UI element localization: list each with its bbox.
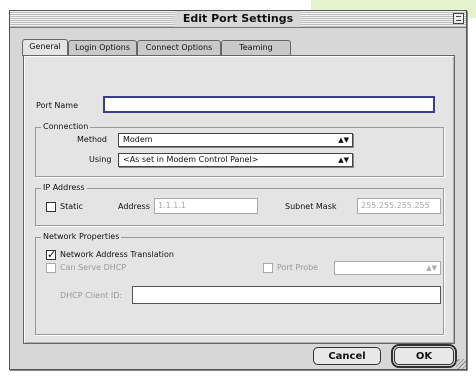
general-panel: Port Name Connection Method Modem ▲▼ Usi… <box>23 55 455 344</box>
popup-arrows-icon: ▲▼ <box>338 136 349 144</box>
tab-teaming[interactable]: Teaming <box>221 40 291 55</box>
popup-arrows-icon: ▲▼ <box>338 156 349 164</box>
dhcp-client-id-label: DHCP Client ID: <box>60 291 123 300</box>
tab-general[interactable]: General <box>22 39 68 56</box>
collapse-box-icon[interactable] <box>453 13 464 24</box>
network-properties-group: Network Properties Network Address Trans… <box>35 232 444 335</box>
using-label: Using <box>89 155 112 164</box>
address-field[interactable]: 1.1.1.1 <box>154 198 258 214</box>
static-label: Static <box>60 202 83 211</box>
port-probe-popup[interactable]: ▲▼ <box>334 261 441 275</box>
ip-address-group-title: IP Address <box>41 183 87 192</box>
edit-port-settings-window: Edit Port Settings General Login Options… <box>9 10 467 370</box>
nat-label: Network Address Translation <box>60 250 174 259</box>
port-probe-label: Port Probe <box>277 263 319 272</box>
using-value: <As set in Modem Control Panel> <box>123 155 259 164</box>
resize-grip-icon[interactable] <box>456 359 466 369</box>
method-label: Method <box>77 135 108 144</box>
dhcp-client-id-field[interactable] <box>132 286 441 304</box>
port-name-field[interactable] <box>103 96 435 113</box>
cancel-button[interactable]: Cancel <box>313 347 381 365</box>
ip-address-group: IP Address Static Address 1.1.1.1 Subnet… <box>35 183 444 226</box>
network-properties-group-title: Network Properties <box>41 232 122 241</box>
popup-arrows-icon: ▲▼ <box>426 264 437 272</box>
title-bar[interactable]: Edit Port Settings <box>10 11 466 28</box>
tab-connect-options[interactable]: Connect Options <box>137 40 221 55</box>
connection-group: Connection Method Modem ▲▼ Using <As set… <box>35 122 444 177</box>
subnet-mask-field[interactable]: 255.255.255.255 <box>357 198 441 214</box>
ok-button[interactable]: OK <box>391 344 457 368</box>
method-popup[interactable]: Modem ▲▼ <box>118 133 353 147</box>
method-value: Modem <box>123 135 153 144</box>
dhcp-label: Can Serve DHCP <box>60 263 127 272</box>
static-checkbox[interactable] <box>46 202 56 212</box>
using-popup[interactable]: <As set in Modem Control Panel> ▲▼ <box>118 153 353 167</box>
address-label: Address <box>118 202 150 211</box>
dhcp-checkbox[interactable] <box>46 263 56 273</box>
subnet-mask-label: Subnet Mask <box>285 202 337 211</box>
port-name-label: Port Name <box>36 101 79 110</box>
nat-checkbox[interactable] <box>46 248 56 261</box>
window-title: Edit Port Settings <box>174 11 302 27</box>
tab-login-options[interactable]: Login Options <box>68 40 137 55</box>
port-probe-checkbox[interactable] <box>263 263 273 273</box>
connection-group-title: Connection <box>41 122 91 131</box>
